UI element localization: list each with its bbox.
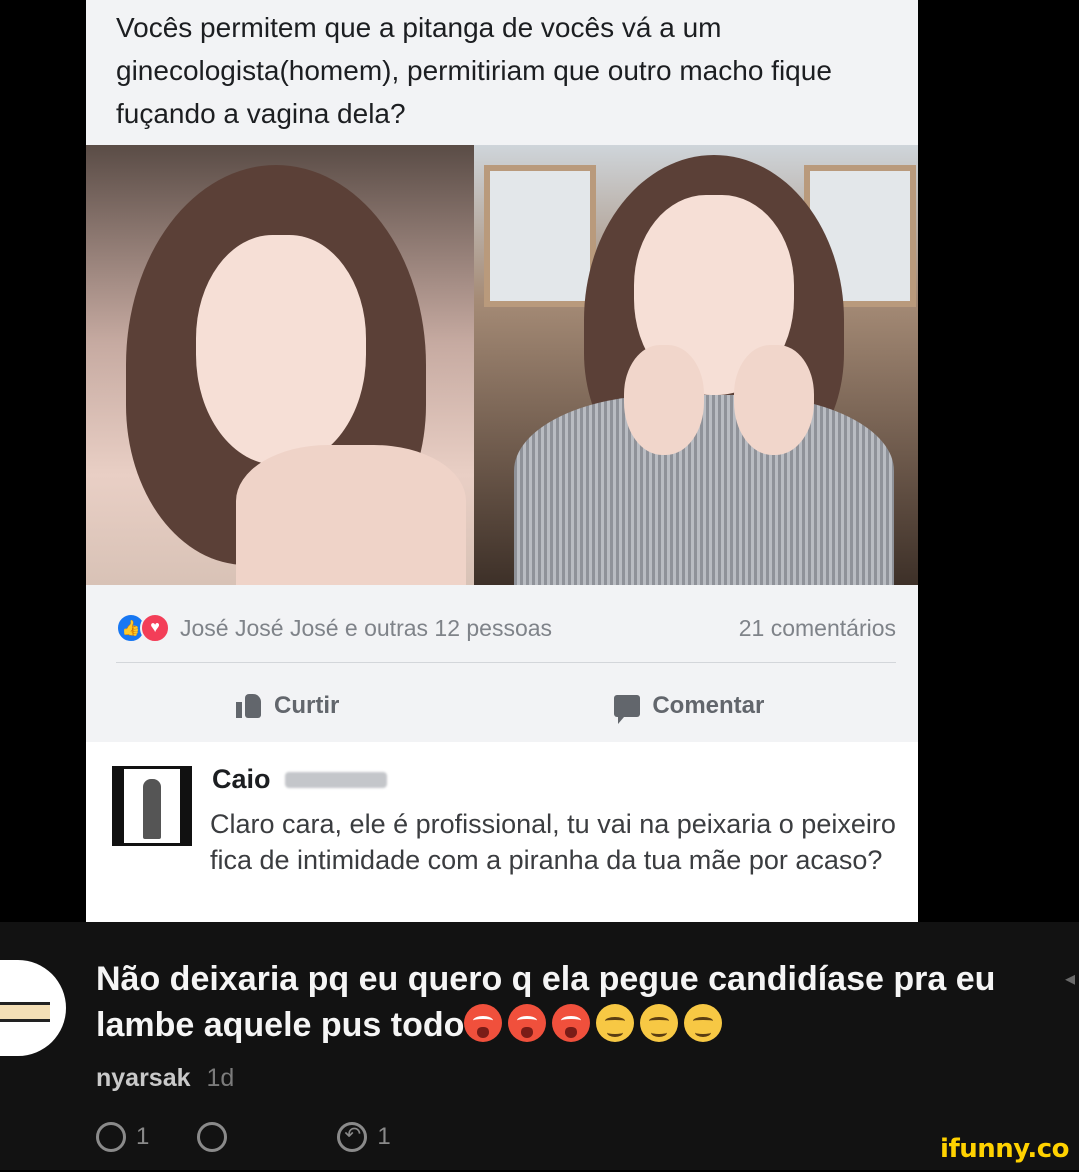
love-reaction-icon: ♥: [140, 613, 170, 643]
ifunny-comment: Não deixaria pq eu quero q ela pegue can…: [0, 922, 1079, 1170]
like-button[interactable]: Curtir: [236, 692, 339, 720]
avatar-drawing: [0, 1002, 50, 1022]
smile-button[interactable]: 1: [96, 1122, 149, 1152]
reactions-row: 👍 ♥ José José José e outras 12 pessoas 2…: [116, 608, 896, 648]
reaction-icons[interactable]: 👍 ♥: [116, 613, 170, 643]
smile-count: 1: [136, 1123, 150, 1150]
reply-count: 1: [377, 1123, 391, 1150]
commenter-name[interactable]: Caio: [212, 764, 271, 795]
divider: [116, 662, 896, 663]
hot-face-emoji-icon: [508, 1004, 547, 1042]
reply-icon: [337, 1122, 368, 1152]
commenter-avatar[interactable]: [112, 766, 192, 846]
comment-bubble-icon: [614, 695, 641, 724]
fb-comment: Caio Claro cara, ele é profissional, tu …: [86, 742, 918, 922]
drooling-face-emoji-icon: [640, 1004, 679, 1042]
fb-comment-text: Claro cara, ele é profissional, tu vai n…: [210, 809, 896, 875]
facebook-post-screenshot: Vocês permitem que a pitanga de vocês vá…: [86, 0, 918, 922]
post-actions: Curtir Comentar: [86, 680, 918, 732]
hot-face-emoji-icon: [552, 1004, 591, 1042]
hot-face-emoji-icon: [464, 1004, 503, 1042]
thumbs-up-icon: [236, 694, 262, 718]
drooling-face-emoji-icon: [684, 1004, 723, 1042]
post-question-text: Vocês permitem que a pitanga de vocês vá…: [116, 12, 832, 129]
more-options-icon[interactable]: ◂: [1065, 966, 1075, 991]
unsmile-icon: [197, 1122, 228, 1152]
unsmile-button[interactable]: [197, 1122, 228, 1152]
comment-button-label: Comentar: [652, 692, 765, 719]
comment-username[interactable]: nyarsak: [96, 1064, 191, 1093]
girl-photo-right: [474, 145, 918, 585]
drooling-face-emoji-icon: [596, 1004, 635, 1042]
post-photos: [86, 145, 918, 585]
comment-actions: 1 1: [96, 1122, 596, 1172]
like-button-label: Curtir: [274, 692, 340, 719]
ifunny-comment-text: Não deixaria pq eu quero q ela pegue can…: [96, 960, 996, 1044]
comments-count[interactable]: 21 comentários: [739, 615, 896, 642]
ifunny-watermark: ifunny.co: [940, 1134, 1069, 1164]
user-avatar[interactable]: [0, 960, 66, 1056]
commenter-name-row: Caio: [212, 764, 387, 795]
girl-photo-left: [86, 145, 474, 585]
comment-button[interactable]: Comentar: [614, 692, 765, 724]
ifunny-comment-body: Não deixaria pq eu quero q ela pegue can…: [96, 956, 1026, 1048]
smile-icon: [96, 1122, 126, 1152]
blurred-surname: [284, 771, 387, 788]
comment-time: 1d: [206, 1064, 235, 1092]
comment-meta: nyarsak 1d: [96, 1064, 234, 1093]
reactions-summary[interactable]: José José José e outras 12 pessoas: [180, 615, 552, 642]
reply-button[interactable]: 1: [337, 1122, 391, 1152]
